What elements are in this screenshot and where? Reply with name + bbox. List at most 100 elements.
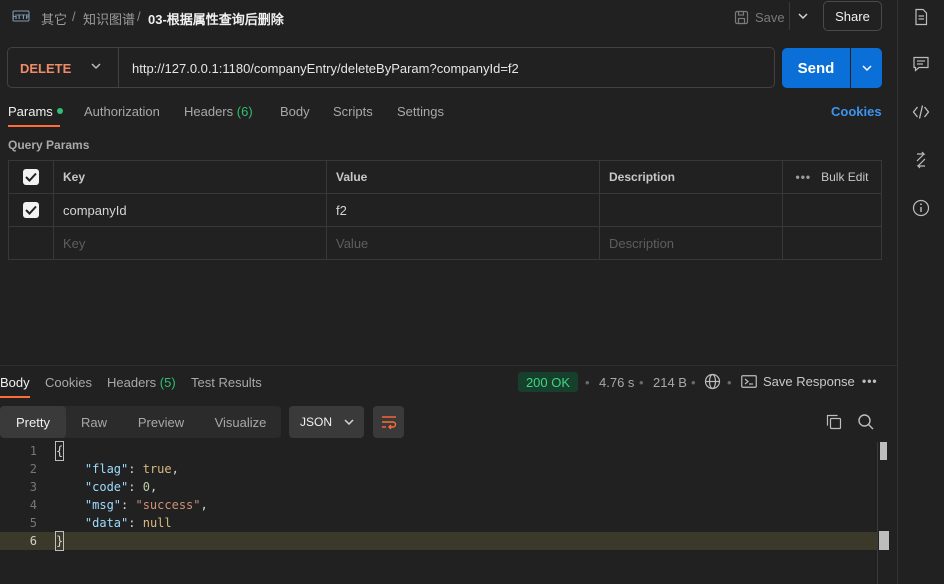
method-select[interactable]: DELETE bbox=[20, 61, 71, 76]
response-size[interactable]: 214 B bbox=[653, 375, 687, 390]
response-body-editor[interactable]: 1 { 2 "flag": true, 3 "code": 0, 4 "msg"… bbox=[0, 441, 892, 584]
separator-dot: • bbox=[639, 375, 644, 390]
svg-text:HTTP: HTTP bbox=[12, 14, 30, 21]
code-line: 5 "data": null bbox=[0, 514, 878, 532]
json-key: "flag" bbox=[84, 462, 129, 476]
json-key: "msg" bbox=[84, 498, 122, 512]
active-tab-indicator bbox=[8, 125, 60, 127]
separator-dot: • bbox=[727, 375, 732, 390]
save-icon bbox=[734, 10, 749, 24]
tab-scripts[interactable]: Scripts bbox=[333, 104, 373, 119]
breadcrumb-separator: / bbox=[72, 9, 76, 24]
related-collections-icon[interactable] bbox=[912, 151, 930, 169]
code-text: } bbox=[54, 531, 65, 551]
url-input[interactable]: http://127.0.0.1:1180/companyEntry/delet… bbox=[132, 61, 519, 76]
json-value: 0 bbox=[142, 480, 150, 494]
breadcrumb-separator: / bbox=[137, 9, 141, 24]
new-value-input[interactable]: Value bbox=[327, 227, 600, 259]
code-line: 2 "flag": true, bbox=[0, 460, 878, 478]
more-options-icon[interactable]: ••• bbox=[862, 374, 878, 388]
row-actions-cell bbox=[783, 227, 881, 259]
code-line: 1 { bbox=[0, 441, 878, 461]
view-pretty-button[interactable]: Pretty bbox=[0, 406, 66, 438]
line-number: 4 bbox=[29, 498, 37, 512]
param-description-input[interactable] bbox=[600, 194, 783, 226]
bulk-edit-button[interactable]: ••• Bulk Edit bbox=[783, 161, 881, 193]
view-raw-button[interactable]: Raw bbox=[66, 406, 122, 438]
table-row-empty: Key Value Description bbox=[9, 227, 881, 260]
format-select[interactable]: JSON bbox=[289, 406, 364, 438]
tab-headers-label: Headers bbox=[184, 104, 234, 119]
editor-scrollbar-thumb[interactable] bbox=[880, 442, 887, 460]
save-button[interactable]: Save bbox=[734, 7, 785, 27]
code-text: { bbox=[54, 441, 65, 461]
breadcrumb-collection[interactable]: 其它 bbox=[41, 9, 67, 28]
code-line: 4 "msg": "success", bbox=[0, 496, 878, 514]
param-key-input[interactable]: companyId bbox=[54, 194, 327, 226]
status-badge[interactable]: 200 OK bbox=[518, 372, 578, 392]
json-value: "success" bbox=[135, 498, 201, 512]
cookies-link[interactable]: Cookies bbox=[831, 104, 882, 119]
editor-scrollbar-marker bbox=[879, 531, 889, 550]
tab-settings[interactable]: Settings bbox=[397, 104, 444, 119]
column-header-description: Description bbox=[600, 161, 783, 193]
tab-body[interactable]: Body bbox=[280, 104, 310, 119]
column-header-key: Key bbox=[54, 161, 327, 193]
http-request-icon: HTTP bbox=[12, 10, 30, 22]
globe-icon[interactable] bbox=[704, 373, 721, 390]
new-description-input[interactable]: Description bbox=[600, 227, 783, 259]
breadcrumb-request-title[interactable]: 03-根据属性查询后删除 bbox=[148, 9, 284, 28]
more-options-icon[interactable]: ••• bbox=[796, 170, 812, 184]
column-header-value: Value bbox=[327, 161, 600, 193]
view-visualize-button[interactable]: Visualize bbox=[200, 406, 281, 438]
editor-scrollbar-track bbox=[877, 442, 878, 584]
response-tab-test-results[interactable]: Test Results bbox=[191, 375, 262, 390]
info-icon[interactable] bbox=[912, 199, 930, 217]
response-headers-count: (5) bbox=[159, 375, 176, 390]
search-icon[interactable] bbox=[857, 413, 875, 431]
line-number: 6 bbox=[29, 534, 37, 548]
chevron-down-icon bbox=[344, 419, 354, 425]
row-enabled-checkbox[interactable] bbox=[23, 202, 39, 218]
send-options-dropdown[interactable] bbox=[851, 48, 882, 88]
chevron-down-icon[interactable] bbox=[91, 61, 101, 71]
copy-icon[interactable] bbox=[825, 413, 843, 431]
json-value: true bbox=[142, 462, 172, 476]
wrap-lines-button[interactable] bbox=[373, 406, 404, 438]
line-number: 1 bbox=[29, 444, 37, 458]
view-preview-button[interactable]: Preview bbox=[122, 406, 200, 438]
share-button[interactable]: Share bbox=[823, 1, 882, 31]
row-actions-cell bbox=[783, 194, 881, 226]
tab-authorization[interactable]: Authorization bbox=[84, 104, 160, 119]
save-response-icon bbox=[741, 375, 757, 388]
checkmark-icon bbox=[25, 172, 37, 182]
tab-headers[interactable]: Headers (6) bbox=[184, 104, 253, 119]
code-text: "code": 0, bbox=[84, 480, 158, 494]
documentation-icon[interactable] bbox=[912, 8, 930, 26]
response-time[interactable]: 4.76 s bbox=[599, 375, 634, 390]
select-all-checkbox[interactable] bbox=[23, 169, 39, 185]
send-button[interactable]: Send bbox=[782, 48, 850, 88]
tab-params[interactable]: Params bbox=[8, 104, 63, 119]
new-key-input[interactable]: Key bbox=[54, 227, 327, 259]
response-tab-cookies[interactable]: Cookies bbox=[45, 375, 92, 390]
save-options-dropdown[interactable] bbox=[789, 2, 816, 30]
response-tab-headers[interactable]: Headers (5) bbox=[107, 375, 176, 390]
row-checkbox-cell bbox=[9, 194, 54, 226]
code-line-current: 6 } bbox=[0, 531, 878, 551]
table-header-row: Key Value Description ••• Bulk Edit bbox=[9, 161, 881, 194]
main-panel: HTTP 其它 / 知识图谱 / 03-根据属性查询后删除 Save Share… bbox=[0, 0, 897, 584]
query-params-title: Query Params bbox=[8, 138, 90, 152]
json-value: null bbox=[142, 516, 172, 530]
line-number: 5 bbox=[29, 516, 37, 530]
code-text: "flag": true, bbox=[84, 462, 179, 476]
code-snippet-icon[interactable] bbox=[912, 103, 930, 121]
param-value-input[interactable]: f2 bbox=[327, 194, 600, 226]
json-key: "code" bbox=[84, 480, 129, 494]
response-tab-body[interactable]: Body bbox=[0, 375, 30, 390]
breadcrumb-folder[interactable]: 知识图谱 bbox=[83, 9, 135, 28]
response-divider bbox=[0, 365, 897, 366]
json-key: "data" bbox=[84, 516, 129, 530]
comments-icon[interactable] bbox=[912, 55, 930, 73]
save-response-button[interactable]: Save Response bbox=[741, 374, 855, 389]
